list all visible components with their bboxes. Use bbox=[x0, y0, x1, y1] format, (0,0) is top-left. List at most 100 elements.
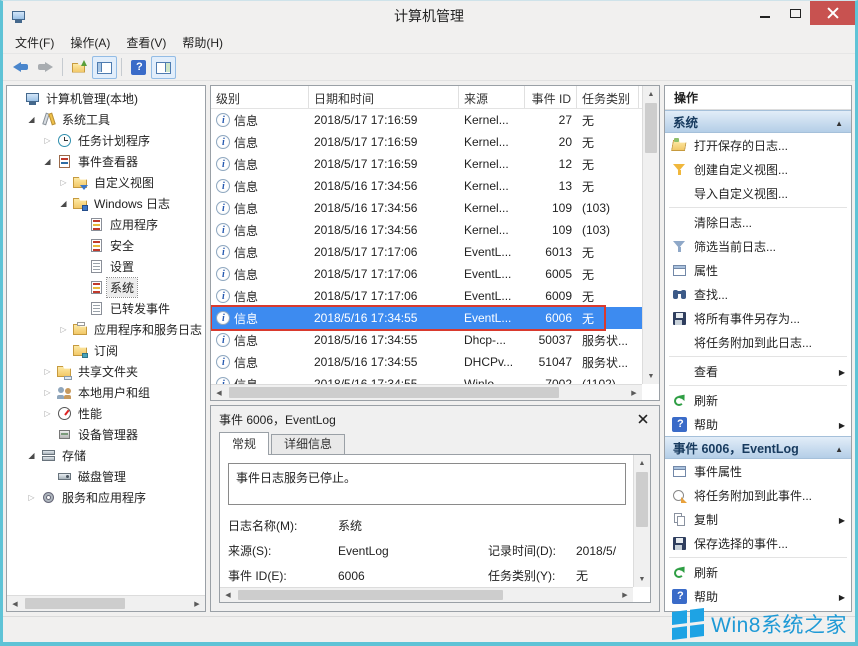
scroll-thumb[interactable] bbox=[229, 387, 559, 398]
scroll-left-icon[interactable] bbox=[220, 588, 236, 602]
minimize-button[interactable] bbox=[750, 1, 780, 25]
expander-icon[interactable]: ◢ bbox=[25, 451, 38, 460]
tree-item[interactable]: ▷本地用户和组 bbox=[7, 382, 205, 403]
tree-item[interactable]: ◢系统工具 bbox=[7, 109, 205, 130]
preview-vscrollbar[interactable] bbox=[633, 455, 650, 587]
scroll-right-icon[interactable] bbox=[617, 588, 633, 602]
tree-item[interactable]: 已转发事件 bbox=[7, 298, 205, 319]
tree-item[interactable]: ▷应用程序和服务日志 bbox=[7, 319, 205, 340]
action-item[interactable]: 查找... bbox=[665, 282, 851, 306]
column-header[interactable]: 来源 bbox=[459, 86, 525, 108]
action-item[interactable]: 创建自定义视图... bbox=[665, 157, 851, 181]
action-section-header[interactable]: 事件 6006，EventLog bbox=[665, 436, 851, 459]
expander-icon[interactable]: ◢ bbox=[57, 199, 70, 208]
show-action-pane-button[interactable] bbox=[151, 56, 176, 79]
action-item[interactable]: 打开保存的日志... bbox=[665, 133, 851, 157]
tree-item[interactable]: 应用程序 bbox=[7, 214, 205, 235]
export-list-button[interactable] bbox=[67, 56, 92, 79]
expander-icon[interactable]: ▷ bbox=[41, 136, 54, 145]
tree-item[interactable]: ▷任务计划程序 bbox=[7, 130, 205, 151]
menu-item[interactable]: 文件(F) bbox=[7, 32, 62, 53]
tree-item[interactable]: 订阅 bbox=[7, 340, 205, 361]
tree-item[interactable]: 安全 bbox=[7, 235, 205, 256]
close-button[interactable] bbox=[810, 1, 855, 25]
scroll-up-icon[interactable] bbox=[643, 86, 659, 102]
tree-item[interactable]: ▷共享文件夹 bbox=[7, 361, 205, 382]
tree-item[interactable]: ◢事件查看器 bbox=[7, 151, 205, 172]
tree-item[interactable]: 计算机管理(本地) bbox=[7, 88, 205, 109]
tree-item[interactable]: 磁盘管理 bbox=[7, 466, 205, 487]
menu-item[interactable]: 帮助(H) bbox=[174, 32, 231, 53]
expander-icon[interactable]: ▷ bbox=[57, 178, 70, 187]
action-item[interactable]: 将任务附加到此日志... bbox=[665, 330, 851, 354]
back-button[interactable] bbox=[8, 56, 33, 79]
action-item[interactable]: 事件属性 bbox=[665, 459, 851, 483]
scroll-down-icon[interactable] bbox=[634, 571, 650, 587]
scroll-left-icon[interactable] bbox=[7, 596, 23, 611]
tree-item[interactable]: ▷服务和应用程序 bbox=[7, 487, 205, 508]
event-row[interactable]: 信息2018/5/17 17:17:06EventL...6009无 bbox=[211, 285, 642, 307]
scroll-thumb[interactable] bbox=[636, 472, 648, 527]
event-row[interactable]: 信息2018/5/16 17:34:56Kernel...109(103) bbox=[211, 197, 642, 219]
action-item[interactable]: 将所有事件另存为... bbox=[665, 306, 851, 330]
scroll-right-icon[interactable] bbox=[189, 596, 205, 611]
action-item[interactable]: 保存选择的事件... bbox=[665, 531, 851, 555]
expander-icon[interactable]: ▷ bbox=[25, 493, 38, 502]
event-row[interactable]: 信息2018/5/17 17:16:59Kernel...27无 bbox=[211, 109, 642, 131]
expander-icon[interactable]: ▷ bbox=[41, 388, 54, 397]
tree-item[interactable]: ◢存储 bbox=[7, 445, 205, 466]
action-section-header[interactable]: 系统 bbox=[665, 110, 851, 133]
tree-item[interactable]: 设置 bbox=[7, 256, 205, 277]
list-vscrollbar[interactable] bbox=[642, 86, 659, 384]
menu-item[interactable]: 操作(A) bbox=[62, 32, 118, 53]
forward-button[interactable] bbox=[33, 56, 58, 79]
tree-item[interactable]: 设备管理器 bbox=[7, 424, 205, 445]
action-item[interactable]: 导入自定义视图... bbox=[665, 181, 851, 205]
scroll-thumb[interactable] bbox=[645, 103, 657, 153]
tree-hscrollbar[interactable] bbox=[7, 595, 205, 611]
scroll-up-icon[interactable] bbox=[634, 455, 650, 471]
expander-icon[interactable]: ▷ bbox=[41, 367, 54, 376]
event-row[interactable]: 信息2018/5/17 17:17:06EventL...6005无 bbox=[211, 263, 642, 285]
column-header[interactable]: 级别 bbox=[211, 86, 309, 108]
help-button[interactable] bbox=[126, 56, 151, 79]
tree-item[interactable]: ▷自定义视图 bbox=[7, 172, 205, 193]
show-console-tree-button[interactable] bbox=[92, 56, 117, 79]
action-item[interactable]: 帮助 bbox=[665, 412, 851, 436]
list-hscrollbar[interactable] bbox=[211, 384, 642, 400]
action-item[interactable]: 复制 bbox=[665, 507, 851, 531]
maximize-button[interactable] bbox=[780, 1, 810, 25]
event-row[interactable]: 信息2018/5/16 17:34:56Kernel...109(103) bbox=[211, 219, 642, 241]
column-header[interactable]: 日期和时间 bbox=[309, 86, 459, 108]
preview-close-button[interactable] bbox=[635, 411, 651, 427]
preview-tab[interactable]: 详细信息 bbox=[271, 434, 345, 454]
preview-tab[interactable]: 常规 bbox=[219, 432, 269, 455]
tree-item[interactable]: 系统 bbox=[7, 277, 205, 298]
column-header[interactable]: 事件 ID bbox=[525, 86, 577, 108]
expander-icon[interactable]: ◢ bbox=[25, 115, 38, 124]
column-header[interactable]: 任务类别 bbox=[577, 86, 639, 108]
event-row[interactable]: 信息2018/5/17 17:16:59Kernel...12无 bbox=[211, 153, 642, 175]
action-item[interactable]: 帮助 bbox=[665, 584, 851, 608]
scroll-left-icon[interactable] bbox=[211, 385, 227, 400]
scroll-thumb[interactable] bbox=[238, 590, 503, 600]
action-item[interactable]: 将任务附加到此事件... bbox=[665, 483, 851, 507]
tree-item[interactable]: ◢Windows 日志 bbox=[7, 193, 205, 214]
action-item[interactable]: 属性 bbox=[665, 258, 851, 282]
menu-item[interactable]: 查看(V) bbox=[118, 32, 174, 53]
event-row[interactable]: 信息2018/5/17 17:17:06EventL...6013无 bbox=[211, 241, 642, 263]
action-item[interactable]: 刷新 bbox=[665, 388, 851, 412]
event-row[interactable]: 信息2018/5/16 17:34:55DHCPv...51047服务状... bbox=[211, 351, 642, 373]
event-row[interactable]: 信息2018/5/16 17:34:55Dhcp-...50037服务状... bbox=[211, 329, 642, 351]
event-row[interactable]: 信息2018/5/16 17:34:55EventL...6006无 bbox=[211, 307, 642, 329]
expander-icon[interactable]: ▷ bbox=[41, 409, 54, 418]
event-row[interactable]: 信息2018/5/16 17:34:56Kernel...13无 bbox=[211, 175, 642, 197]
expander-icon[interactable]: ◢ bbox=[41, 157, 54, 166]
action-item[interactable]: 清除日志... bbox=[665, 210, 851, 234]
scroll-down-icon[interactable] bbox=[643, 368, 659, 384]
scroll-thumb[interactable] bbox=[25, 598, 125, 609]
action-item[interactable]: 刷新 bbox=[665, 560, 851, 584]
scroll-right-icon[interactable] bbox=[626, 385, 642, 400]
action-item[interactable]: 查看 bbox=[665, 359, 851, 383]
event-row[interactable]: 信息2018/5/17 17:16:59Kernel...20无 bbox=[211, 131, 642, 153]
